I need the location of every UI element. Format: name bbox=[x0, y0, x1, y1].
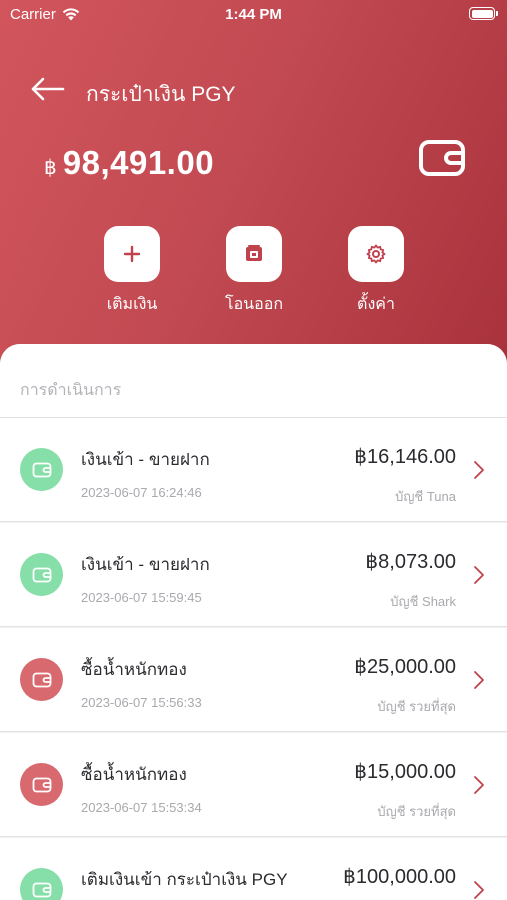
transaction-title: เติมเงินเข้า กระเป๋าเงิน PGY bbox=[81, 870, 288, 889]
transaction-date: 2023-06-07 15:59:45 bbox=[81, 590, 202, 605]
transaction-amount: ฿100,000.00 bbox=[343, 866, 456, 888]
chevron-right-icon bbox=[474, 566, 484, 584]
wallet-icon bbox=[20, 553, 63, 596]
top-up-label: เติมเงิน bbox=[106, 296, 158, 313]
transaction-amount: ฿25,000.00 bbox=[354, 656, 456, 678]
transaction-row[interactable]: เงินเข้า - ขายฝาก 2023-06-07 15:59:45 ฿8,0… bbox=[0, 523, 507, 627]
transaction-row[interactable]: เติมเงินเข้า กระเป๋าเงิน PGY ฿100,000.00 bbox=[0, 838, 507, 900]
transaction-title: ซื้อน้ำหนักทอง bbox=[81, 660, 187, 679]
chevron-right-icon bbox=[474, 881, 484, 899]
page-title: กระเป๋าเงิน PGY bbox=[86, 83, 236, 106]
transactions-sheet: การดำเนินการ เงินเข้า - ขายฝาก 2023-06-07… bbox=[0, 344, 507, 900]
transaction-date: 2023-06-07 16:24:46 bbox=[81, 485, 202, 500]
wallet-icon bbox=[20, 868, 63, 900]
wallet-icon bbox=[20, 763, 63, 806]
plus-icon bbox=[104, 226, 160, 282]
back-button[interactable] bbox=[28, 74, 66, 104]
chevron-right-icon bbox=[474, 776, 484, 794]
transaction-row[interactable]: ซื้อน้ำหนักทอง 2023-06-07 15:56:33 ฿25,000… bbox=[0, 628, 507, 732]
balance-amount: 98,491.00 bbox=[62, 144, 215, 181]
wallet-icon bbox=[20, 448, 63, 491]
transaction-amount: ฿15,000.00 bbox=[354, 761, 456, 783]
transfer-out-icon bbox=[226, 226, 282, 282]
wallet-icon[interactable] bbox=[418, 138, 466, 178]
transaction-account: บัญชี Shark bbox=[390, 594, 456, 609]
balance-display: ฿ 98,491.00 bbox=[44, 144, 214, 182]
wallet-header: Carrier 1:44 PM กระเป๋าเงิน PGY ฿ 98,491… bbox=[0, 0, 507, 380]
gear-icon bbox=[348, 226, 404, 282]
transaction-amount: ฿8,073.00 bbox=[365, 551, 456, 573]
status-time: 1:44 PM bbox=[225, 6, 282, 23]
settings-label: ตั้งค่า bbox=[357, 296, 395, 313]
chevron-right-icon bbox=[474, 671, 484, 689]
settings-button[interactable]: ตั้งค่า bbox=[326, 226, 426, 317]
battery-icon bbox=[469, 7, 498, 20]
transaction-title: เงินเข้า - ขายฝาก bbox=[81, 555, 210, 574]
transaction-title: ซื้อน้ำหนักทอง bbox=[81, 765, 187, 784]
transaction-title: เงินเข้า - ขายฝาก bbox=[81, 450, 210, 469]
status-bar: Carrier 1:44 PM bbox=[0, 0, 507, 30]
top-up-button[interactable]: เติมเงิน bbox=[82, 226, 182, 317]
transaction-date: 2023-06-07 15:56:33 bbox=[81, 695, 202, 710]
transaction-row[interactable]: เงินเข้า - ขายฝาก 2023-06-07 16:24:46 ฿16,… bbox=[0, 418, 507, 522]
section-title: การดำเนินการ bbox=[0, 344, 507, 418]
chevron-right-icon bbox=[474, 461, 484, 479]
transaction-account: บัญชี รวยที่สุด bbox=[377, 699, 456, 714]
transfer-out-label: โอนออก bbox=[224, 296, 284, 313]
currency-symbol: ฿ bbox=[44, 157, 57, 179]
transfer-out-button[interactable]: โอนออก bbox=[204, 226, 304, 317]
transaction-date: 2023-06-07 15:53:34 bbox=[81, 800, 202, 815]
transaction-account: บัญชี Tuna bbox=[395, 489, 456, 504]
transaction-amount: ฿16,146.00 bbox=[354, 446, 456, 468]
transaction-account: บัญชี รวยที่สุด bbox=[377, 804, 456, 819]
transaction-row[interactable]: ซื้อน้ำหนักทอง 2023-06-07 15:53:34 ฿15,000… bbox=[0, 733, 507, 837]
wallet-icon bbox=[20, 658, 63, 701]
